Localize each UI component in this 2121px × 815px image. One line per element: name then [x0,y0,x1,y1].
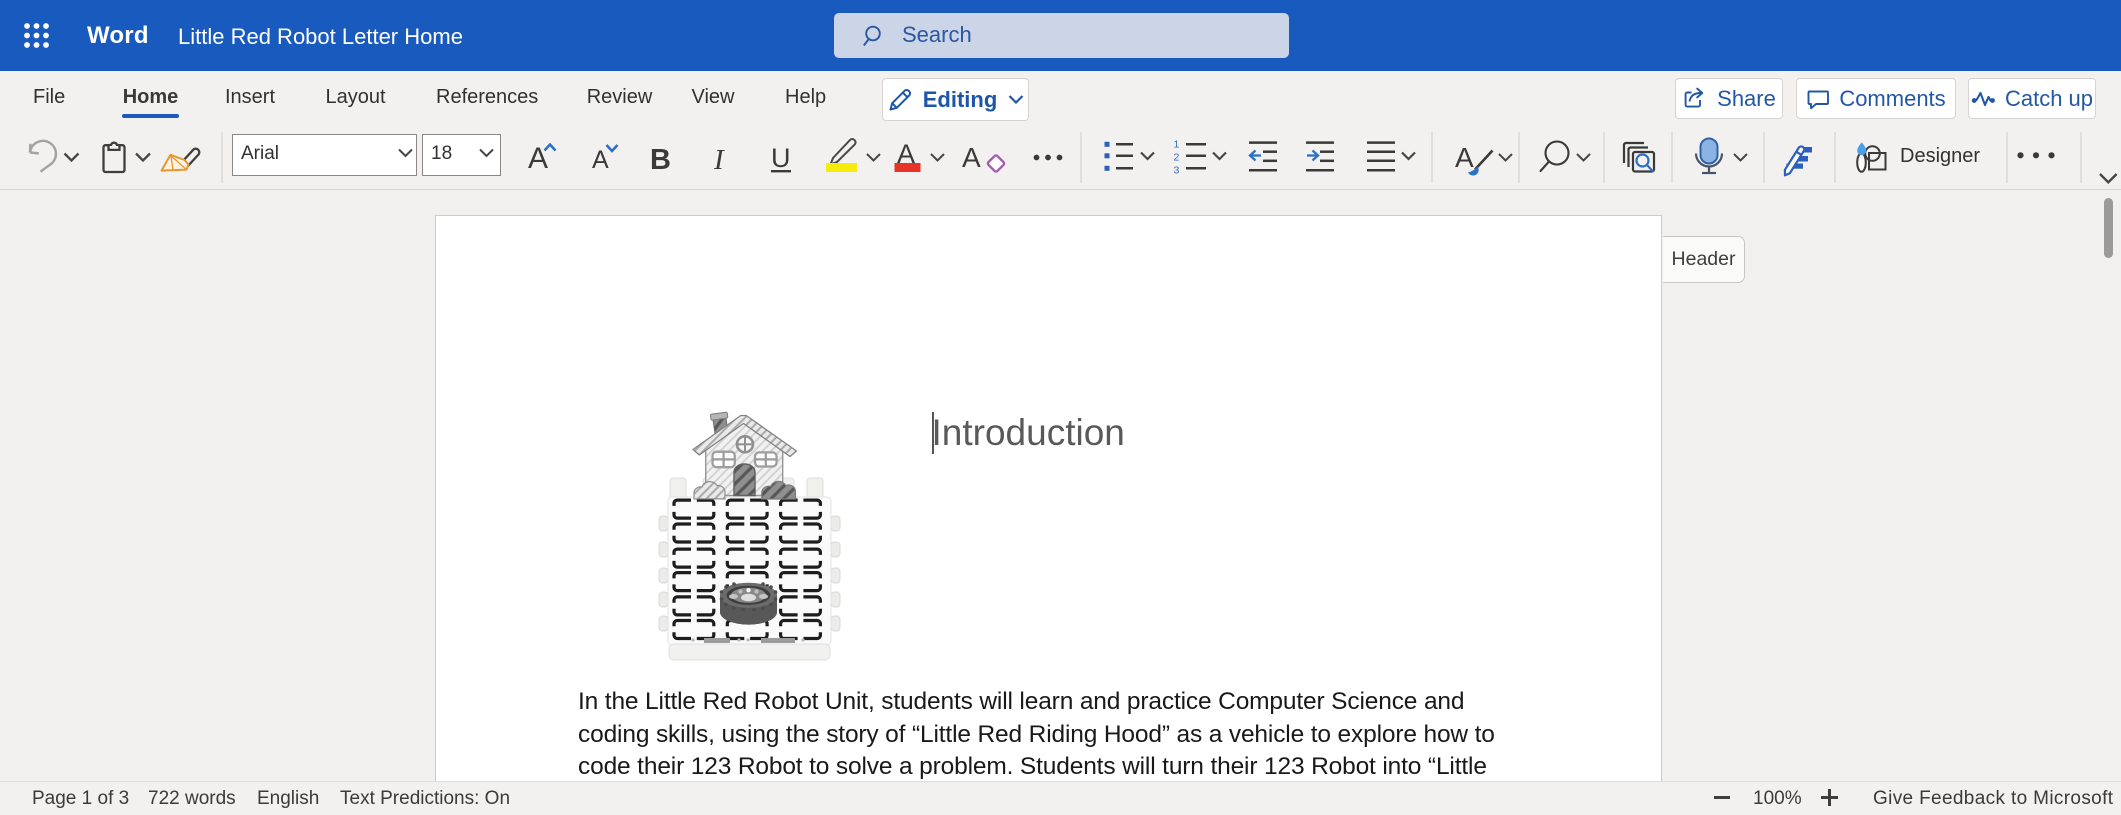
svg-text:I: I [713,144,725,176]
svg-text:3: 3 [1174,165,1180,177]
svg-text:A: A [962,142,981,173]
svg-text:U: U [771,143,791,173]
svg-text:B: B [650,144,671,176]
svg-text:A: A [1455,142,1474,173]
svg-text:1: 1 [1174,139,1180,151]
svg-text:A: A [592,146,609,174]
svg-text:A: A [528,142,548,175]
svg-text:2: 2 [1174,152,1180,164]
